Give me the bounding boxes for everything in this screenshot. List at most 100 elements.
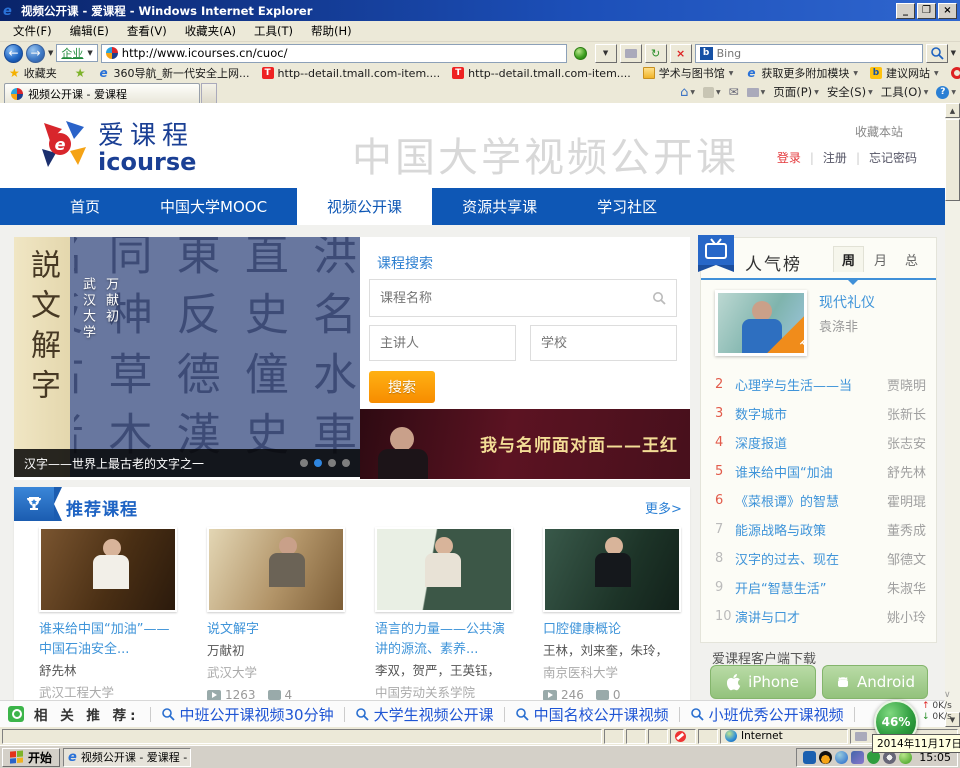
related-link[interactable]: 小班优秀公开课视频: [690, 704, 844, 725]
address-dropdown[interactable]: ▼: [595, 44, 617, 63]
promo-video-banner[interactable]: 我与名师面对面——王红: [360, 409, 690, 479]
related-link-label[interactable]: 中班公开课视频30分钟: [180, 704, 334, 725]
search-go-button[interactable]: [926, 44, 948, 63]
address-input[interactable]: [122, 46, 562, 60]
related-link-label[interactable]: 小班优秀公开课视频: [709, 704, 844, 725]
course-title-link[interactable]: 语言的力量——公共演讲的源流、素养...: [375, 620, 517, 660]
home-button[interactable]: ⌂▼: [680, 85, 695, 100]
favorite-item-tmall-1[interactable]: Thttp--detail.tmall.com-item....: [257, 67, 446, 80]
course-card[interactable]: 口腔健康概论 王林，刘来奎，朱玲， 南京医科大学 2460: [543, 527, 685, 706]
course-card[interactable]: 谁来给中国“加油”——中国石油安全... 舒先林 武汉工程大学: [39, 527, 181, 704]
tab-month[interactable]: 月: [866, 247, 895, 272]
forward-button[interactable]: →: [26, 44, 45, 63]
page-menu-button[interactable]: 页面(P)▼: [773, 84, 819, 100]
icourse-logo[interactable]: e 爱课程 icourse: [36, 115, 196, 174]
menu-edit[interactable]: 编辑(E): [61, 21, 118, 41]
new-tab-button[interactable]: [201, 83, 217, 103]
taskbar-task-ie[interactable]: e 视频公开课 - 爱课程 - ...: [63, 748, 191, 767]
related-link[interactable]: 中班公开课视频30分钟: [161, 704, 334, 725]
site-safety-button[interactable]: [570, 44, 592, 63]
nav-home[interactable]: 首页: [40, 188, 130, 225]
ranking-course-link[interactable]: 深度报道: [735, 433, 887, 452]
tab-icourse[interactable]: 视频公开课 - 爱课程: [4, 83, 200, 103]
tray-icon-qq[interactable]: [819, 751, 832, 764]
top1-course-link[interactable]: 现代礼仪: [819, 292, 875, 312]
search-options-dropdown[interactable]: ▼: [951, 49, 956, 57]
start-button[interactable]: 开始: [2, 748, 60, 767]
iphone-download-button[interactable]: iPhone: [710, 665, 816, 699]
favorite-item-tmall-2[interactable]: Thttp--detail.tmall.com-item....: [447, 67, 636, 80]
nav-learning-community[interactable]: 学习社区: [567, 188, 687, 225]
tray-icon-2[interactable]: [835, 751, 848, 764]
related-link[interactable]: 大学生视频公开课: [355, 704, 494, 725]
menu-tools[interactable]: 工具(T): [245, 21, 302, 41]
menu-favorites[interactable]: 收藏夹(A): [176, 21, 245, 41]
favorite-item-addons[interactable]: e获取更多附加模块▼: [740, 65, 863, 81]
login-link[interactable]: 登录: [777, 149, 801, 166]
teacher-input[interactable]: [380, 336, 550, 351]
carousel[interactable]: 洪名水車直史僮史東反德漢同柛草木名反古者有豆 説文解字 武汉大学 万献初 汉字—…: [14, 237, 360, 477]
stop-button[interactable]: ×: [670, 44, 692, 63]
carousel-dot-4[interactable]: [342, 459, 350, 467]
tab-week[interactable]: 周: [833, 246, 864, 272]
collapse-arrow-icon[interactable]: ∨: [944, 690, 951, 700]
nav-mooc[interactable]: 中国大学MOOC: [130, 188, 297, 225]
tray-icon-3[interactable]: [851, 751, 864, 764]
restore-button[interactable]: ❐: [917, 3, 936, 19]
menu-view[interactable]: 查看(V): [118, 21, 176, 41]
ranking-course-link[interactable]: 汉字的过去、现在: [735, 549, 887, 568]
ranking-course-link[interactable]: 能源战略与政策: [735, 520, 887, 539]
refresh-button[interactable]: ↻: [645, 44, 667, 63]
compatibility-view-button[interactable]: [620, 44, 642, 63]
tools-menu-button[interactable]: 工具(O)▼: [881, 84, 929, 100]
ranking-course-link[interactable]: 开启“智慧生活”: [735, 578, 887, 597]
vertical-scrollbar[interactable]: ▲ ▼: [945, 103, 960, 727]
nav-shared-resources[interactable]: 资源共享课: [432, 188, 567, 225]
tab-total[interactable]: 总: [897, 247, 926, 272]
close-button[interactable]: ×: [938, 3, 957, 19]
recent-pages-dropdown[interactable]: ▼: [48, 49, 53, 57]
course-title-link[interactable]: 谁来给中国“加油”——中国石油安全...: [39, 620, 181, 660]
web-search-input[interactable]: [717, 47, 918, 60]
more-link[interactable]: 更多>: [645, 498, 682, 517]
ranking-course-link[interactable]: 谁来给中国“加油: [735, 462, 887, 481]
menu-file[interactable]: 文件(F): [4, 21, 61, 41]
favorite-item-railway[interactable]: 铁路客户服务中心: [946, 65, 960, 81]
ranking-course-link[interactable]: 数字城市: [735, 404, 887, 423]
course-title-link[interactable]: 口腔健康概论: [543, 620, 685, 640]
add-favorite-button[interactable]: ★: [70, 66, 91, 80]
forgot-password-link[interactable]: 忘记密码: [869, 149, 917, 166]
favorite-item-suggested[interactable]: b建议网站▼: [865, 65, 944, 81]
minimize-button[interactable]: _: [896, 3, 915, 19]
school-input[interactable]: [541, 336, 711, 351]
course-name-input[interactable]: [380, 291, 652, 306]
read-mail-button[interactable]: ✉: [729, 85, 739, 99]
back-button[interactable]: ←: [4, 44, 23, 63]
favorites-button[interactable]: ★收藏夹: [4, 65, 62, 81]
scroll-up-button[interactable]: ▲: [945, 103, 960, 118]
favorite-item-360[interactable]: e360导航_新一代安全上网...: [93, 65, 255, 81]
android-download-button[interactable]: Android: [822, 665, 928, 699]
help-menu-button[interactable]: ?▼: [936, 86, 956, 99]
favorite-folder-academic[interactable]: 学术与图书馆▼: [638, 65, 739, 81]
scrollbar-thumb[interactable]: [945, 119, 960, 201]
search-button[interactable]: 搜索: [369, 371, 435, 403]
top1-thumbnail[interactable]: TOP1: [715, 290, 807, 356]
safety-menu-button[interactable]: 安全(S)▼: [827, 84, 873, 100]
zone-dropdown[interactable]: 企业▼: [56, 44, 97, 62]
related-link-label[interactable]: 大学生视频公开课: [374, 704, 494, 725]
course-card[interactable]: 语言的力量——公共演讲的源流、素养... 李双，贺严，王英钰， 中国劳动关系学院: [375, 527, 517, 704]
related-link-label[interactable]: 中国名校公开课视频: [534, 704, 669, 725]
related-link[interactable]: 中国名校公开课视频: [515, 704, 669, 725]
menu-help[interactable]: 帮助(H): [302, 21, 361, 41]
ranking-course-link[interactable]: 心理学与生活——当: [735, 375, 887, 394]
carousel-dot-3[interactable]: [328, 459, 336, 467]
carousel-dot-2[interactable]: [314, 459, 322, 467]
ranking-course-link[interactable]: 演讲与口才: [735, 607, 887, 626]
course-title-link[interactable]: 说文解字: [207, 620, 349, 640]
feeds-button[interactable]: ▼: [703, 87, 721, 98]
course-card[interactable]: 说文解字 万献初 武汉大学 12634: [207, 527, 349, 706]
carousel-dot-1[interactable]: [300, 459, 308, 467]
nav-open-video-course[interactable]: 视频公开课: [297, 188, 432, 225]
favorite-site-link[interactable]: 收藏本站: [855, 123, 903, 140]
